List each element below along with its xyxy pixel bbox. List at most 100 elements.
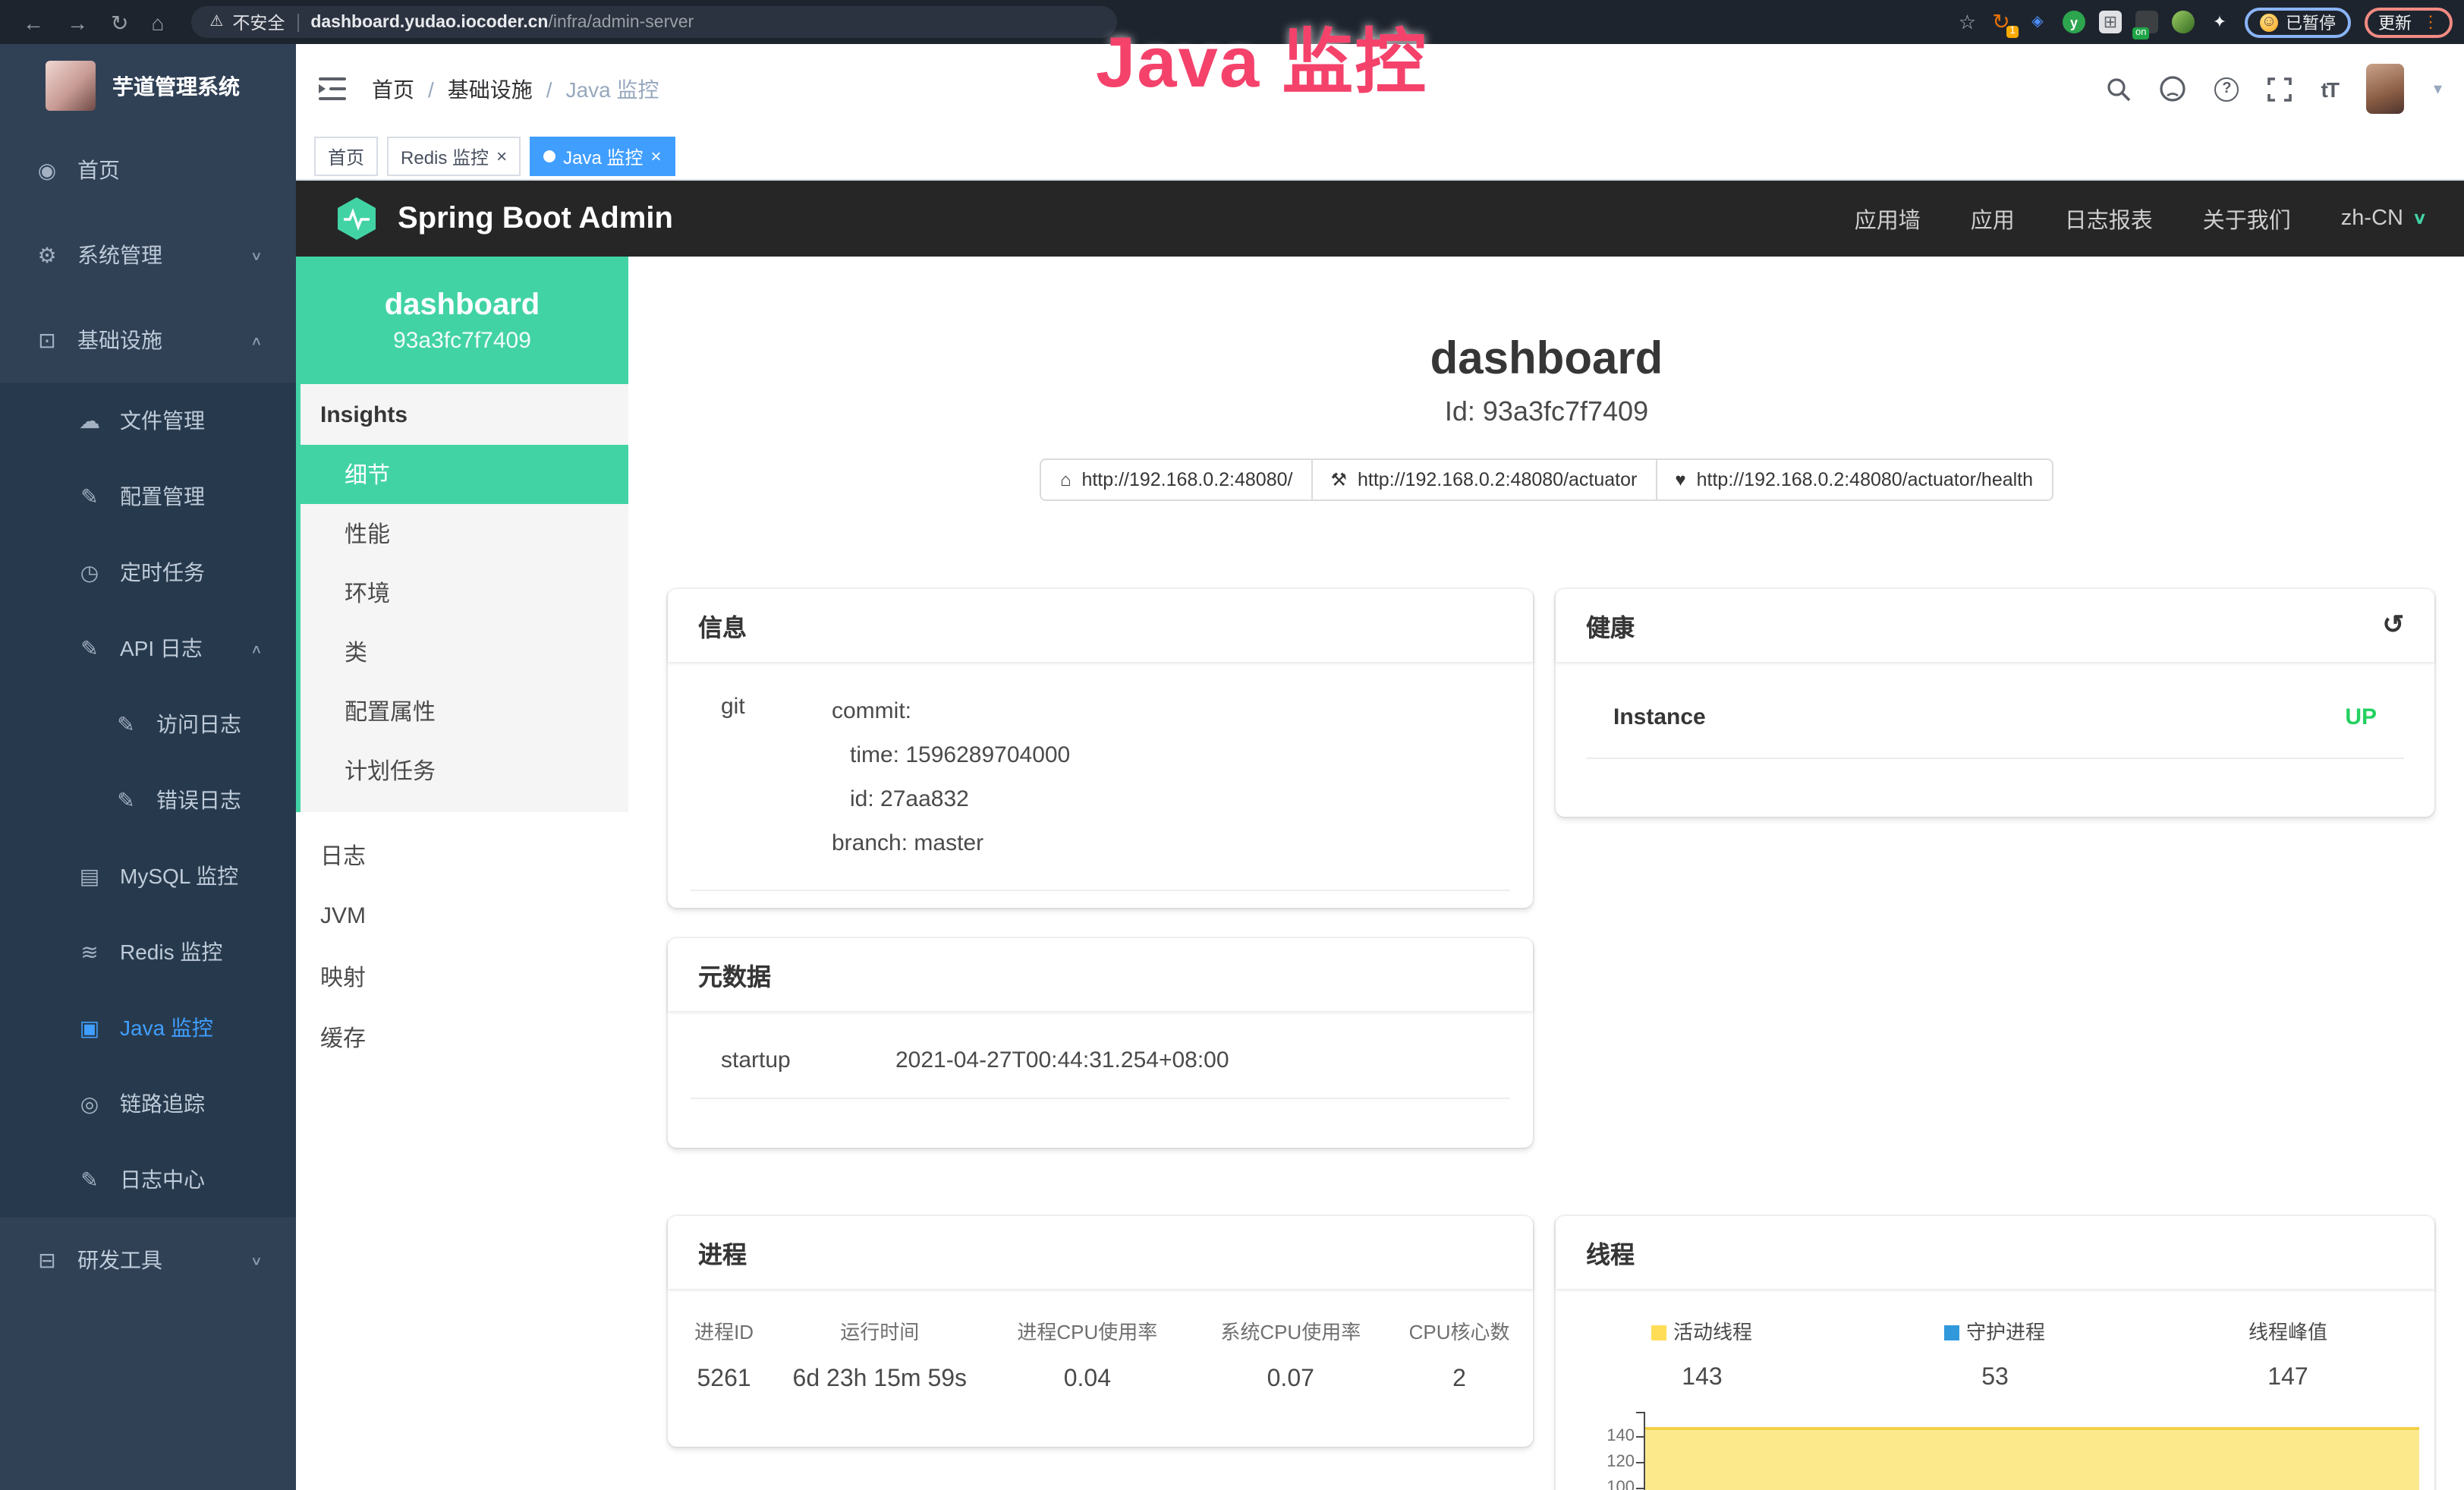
metadata-card-title: 元数据: [668, 938, 1533, 1011]
actuator-url-button[interactable]: ⚒ http://192.168.0.2:48080/actuator: [1311, 458, 1657, 501]
process-table-header: 进程ID 运行时间 进程CPU使用率 系统CPU使用率 CPU核心数: [668, 1316, 1533, 1345]
val-cpu-cores: 2: [1386, 1366, 1533, 1394]
process-table-values: 5261 6d 23h 15m 59s 0.04 0.07 2: [668, 1366, 1533, 1394]
instance-tab-logs[interactable]: 日志: [296, 824, 628, 885]
sba-nav-about[interactable]: 关于我们: [2203, 203, 2291, 235]
tag-home[interactable]: 首页: [314, 137, 378, 176]
insights-section: Insights 细节 性能 环境 类 配置属性 计划任务: [296, 384, 628, 812]
sidebar-item-java-monitor[interactable]: ▣ Java 监控: [0, 990, 296, 1066]
fullscreen-icon[interactable]: [2268, 77, 2292, 101]
tag-redis-monitor[interactable]: Redis 监控 ×: [387, 137, 521, 176]
help-icon[interactable]: ?: [2215, 77, 2239, 101]
sidebar-item-file-mgmt[interactable]: ☁ 文件管理: [0, 383, 296, 458]
address-bar[interactable]: ⚠ 不安全 dashboard.yudao.iocoder.cn /infra/…: [191, 6, 1117, 38]
breadcrumb-home[interactable]: 首页: [372, 74, 414, 104]
sidebar-item-system-mgmt[interactable]: ⚙ 系统管理 ∨: [0, 213, 296, 298]
briefcase-icon: ⊟: [30, 1247, 64, 1273]
pin-extension-icon[interactable]: ◈: [2026, 11, 2049, 33]
tag-java-monitor[interactable]: Java 监控 ×: [530, 137, 675, 176]
sidebar-item-api-logs[interactable]: ✎ API 日志 ∧: [0, 610, 296, 686]
font-size-icon[interactable]: tT: [2321, 77, 2338, 101]
sidebar-item-mysql-monitor[interactable]: ▤ MySQL 监控: [0, 838, 296, 914]
app-logo-row[interactable]: 芋道管理系统: [0, 44, 296, 128]
sba-nav-wallboard[interactable]: 应用墙: [1855, 203, 1921, 235]
bookmark-star-icon[interactable]: ☆: [1959, 10, 1976, 34]
sba-nav-journal[interactable]: 日志报表: [2065, 203, 2153, 235]
locale-select[interactable]: zh-CN ∨: [2341, 206, 2427, 231]
close-icon[interactable]: ×: [650, 147, 661, 165]
y-extension-icon[interactable]: y: [2063, 11, 2085, 33]
wrench-icon: ⚒: [1330, 469, 1347, 490]
instance-tab-scheduled-tasks[interactable]: 计划任务: [301, 741, 628, 800]
instance-tab-jvm[interactable]: JVM: [296, 885, 628, 946]
sidebar-item-config-mgmt[interactable]: ✎ 配置管理: [0, 458, 296, 534]
instance-tab-mappings[interactable]: 映射: [296, 946, 628, 1006]
spring-boot-admin-logo[interactable]: [334, 196, 379, 241]
edit-icon: ✎: [109, 787, 143, 813]
health-url-button[interactable]: ♥ http://192.168.0.2:48080/actuator/heal…: [1655, 458, 2053, 501]
instance-tab-environment[interactable]: 环境: [301, 563, 628, 622]
instance-tab-classes[interactable]: 类: [301, 622, 628, 682]
hamburger-fold-icon[interactable]: [319, 77, 346, 100]
sidebar-item-tracing[interactable]: ◎ 链路追踪: [0, 1066, 296, 1142]
back-icon[interactable]: ←: [23, 11, 44, 33]
sidebar-item-label: Redis 监控: [120, 937, 222, 967]
browser-menu-icon[interactable]: ⋮: [2422, 12, 2439, 32]
history-icon[interactable]: ↺: [2383, 610, 2405, 641]
on-extension-icon[interactable]: on: [2135, 11, 2158, 33]
info-card-title: 信息: [668, 589, 1533, 662]
extensions-puzzle-icon[interactable]: ✦: [2208, 11, 2231, 33]
sidebar-item-redis-monitor[interactable]: ≋ Redis 监控: [0, 914, 296, 990]
reload-icon[interactable]: ↻: [111, 11, 128, 33]
app-logo-avatar: [46, 61, 96, 111]
axis-tick: [1636, 1436, 1644, 1438]
screen-icon: ▣: [73, 1015, 106, 1041]
security-label[interactable]: 不安全: [232, 10, 285, 34]
sidebar-item-error-logs[interactable]: ✎ 错误日志: [0, 762, 296, 838]
sidebar-item-access-logs[interactable]: ✎ 访问日志: [0, 686, 296, 762]
browser-home-icon[interactable]: ⌂: [151, 11, 164, 33]
github-icon[interactable]: [2160, 76, 2186, 102]
instance-tab-metrics[interactable]: 性能: [301, 504, 628, 563]
sync-extension-icon[interactable]: ↻ 1: [1990, 11, 2012, 33]
user-avatar[interactable]: [2367, 64, 2405, 114]
git-id-line: id: 27aa832: [832, 777, 1070, 821]
user-caret-icon[interactable]: ▾: [2434, 79, 2442, 99]
breadcrumb-infrastructure[interactable]: 基础设施: [448, 74, 533, 104]
service-url-button[interactable]: ⌂ http://192.168.0.2:48080/: [1040, 458, 1313, 501]
sba-nav-applications[interactable]: 应用: [1971, 203, 2015, 235]
browser-update-button[interactable]: 更新 ⋮: [2365, 7, 2453, 37]
sidebar-item-label: 首页: [77, 155, 120, 185]
live-threads-area: [1645, 1427, 2419, 1490]
sidebar-item-infrastructure[interactable]: ⊡ 基础设施 ∧: [0, 298, 296, 383]
sidebar-item-scheduled-tasks[interactable]: ◷ 定时任务: [0, 534, 296, 610]
sidebar-item-log-center[interactable]: ✎ 日志中心: [0, 1142, 296, 1218]
edit-icon: ✎: [109, 711, 143, 737]
tags-view: 首页 Redis 监控 × Java 监控 ×: [296, 134, 2464, 181]
instance-tab-config-props[interactable]: 配置属性: [301, 682, 628, 741]
sba-brand-title[interactable]: Spring Boot Admin: [398, 201, 673, 236]
paused-label: 已暂停: [2286, 10, 2336, 34]
close-icon[interactable]: ×: [496, 147, 507, 165]
sidebar-item-label: 系统管理: [77, 240, 162, 270]
sidebar-item-label: 基础设施: [77, 325, 162, 355]
app-title: 芋道管理系统: [112, 71, 240, 101]
git-time-line: time: 1596289704000: [832, 733, 1070, 777]
sidebar-item-label: 日志中心: [120, 1164, 205, 1195]
process-card: 进程 进程ID 运行时间 进程CPU使用率 系统CPU使用率 CPU核心数 52…: [668, 1216, 1533, 1447]
col-process-cpu: 进程CPU使用率: [979, 1316, 1195, 1345]
sidebar-item-home[interactable]: ◉ 首页: [0, 128, 296, 213]
timer-icon: ◷: [73, 559, 106, 585]
sidebar-item-dev-tools[interactable]: ⊟ 研发工具 ∨: [0, 1218, 296, 1303]
grid-extension-icon[interactable]: ⊞: [2099, 11, 2122, 33]
sidebar-item-label: MySQL 监控: [120, 861, 238, 891]
legend-live-threads: 活动线程: [1556, 1316, 1849, 1345]
search-icon[interactable]: [2107, 77, 2132, 101]
forward-icon[interactable]: →: [67, 11, 88, 33]
url-host: dashboard.yudao.iocoder.cn: [310, 13, 548, 31]
profile-paused-pill[interactable]: ☺ 已暂停: [2245, 7, 2351, 37]
instance-tab-details[interactable]: 细节: [296, 445, 628, 504]
leaf-extension-icon[interactable]: [2172, 11, 2195, 33]
instance-tab-caches[interactable]: 缓存: [296, 1006, 628, 1067]
cloud-icon: ☁: [73, 408, 106, 433]
